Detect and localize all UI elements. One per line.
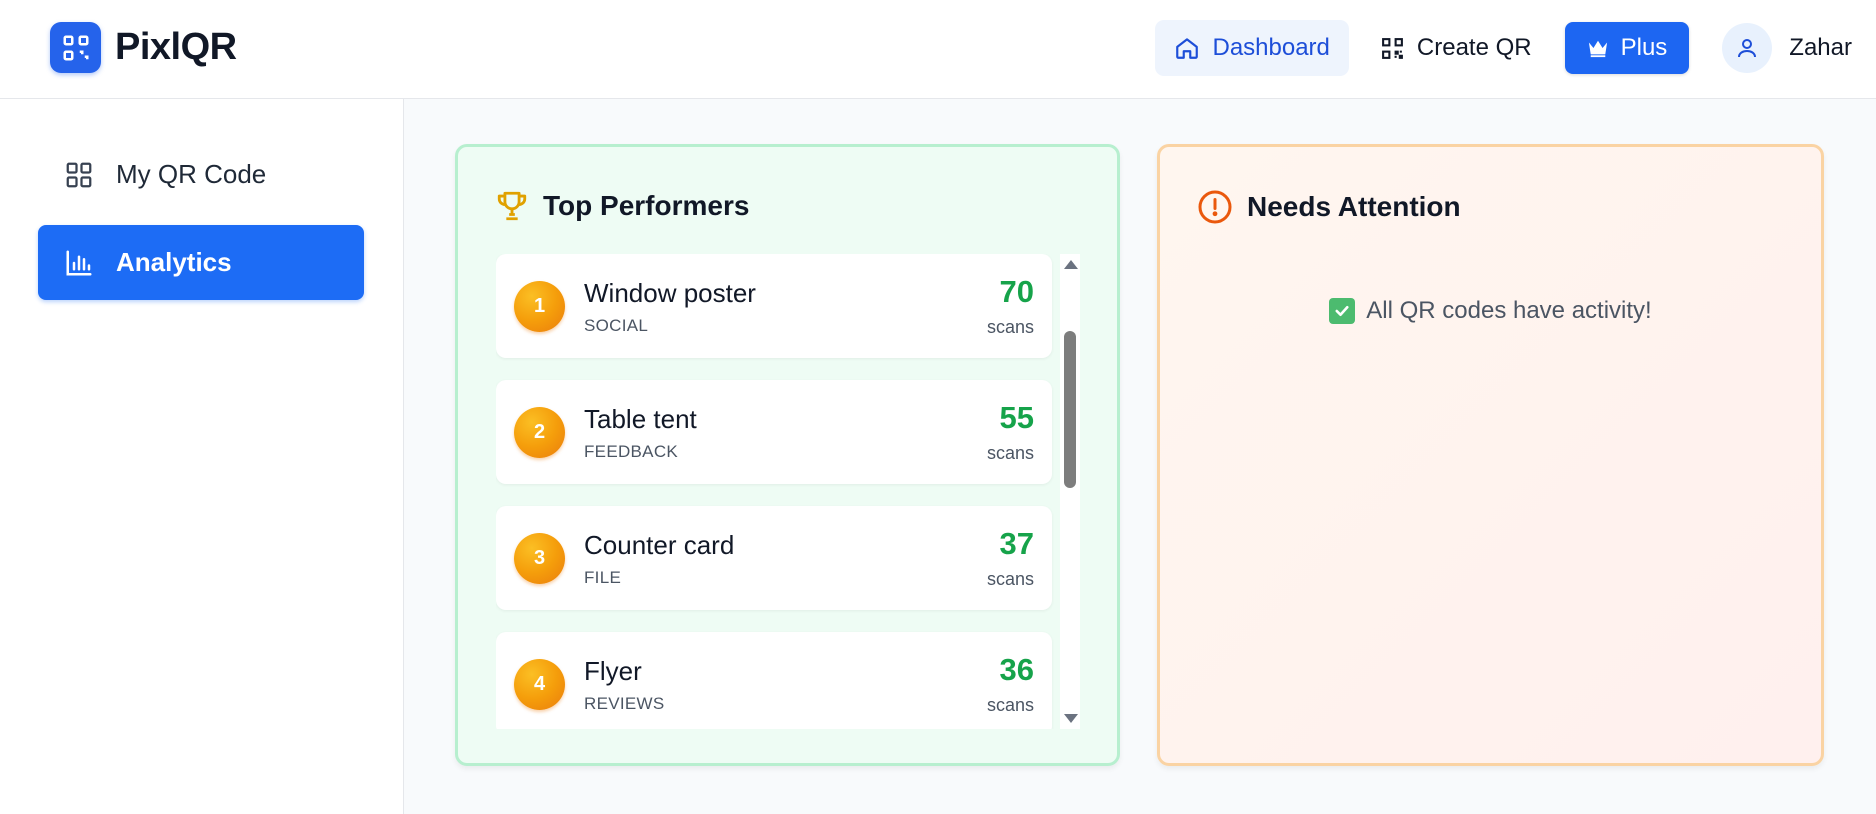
qr-name: Flyer — [584, 656, 642, 686]
sidebar-item-analytics[interactable]: Analytics — [38, 225, 364, 300]
qr-category: REVIEWS — [584, 694, 665, 713]
list-item[interactable]: 4 Flyer REVIEWS 36 scans — [496, 632, 1052, 729]
rank-badge: 2 — [514, 407, 565, 458]
sidebar-item-label: Analytics — [116, 247, 232, 277]
top-performers-card: Top Performers 1 Window poster SOCIAL 70… — [455, 144, 1120, 766]
alert-circle-icon — [1197, 189, 1233, 225]
scan-count: 55 — [999, 400, 1034, 435]
scroll-up-arrow-icon[interactable] — [1064, 260, 1078, 269]
scan-count: 37 — [999, 526, 1034, 561]
scan-unit: scans — [986, 317, 1034, 337]
plus-upgrade-button[interactable]: Plus — [1564, 22, 1690, 74]
scan-unit: scans — [986, 569, 1034, 589]
nav-dashboard-label: Dashboard — [1212, 34, 1330, 61]
scroll-thumb[interactable] — [1064, 331, 1076, 488]
avatar[interactable] — [1722, 23, 1773, 73]
qr-name: Table tent — [584, 404, 697, 434]
scan-unit: scans — [986, 443, 1034, 463]
attention-message-text: All QR codes have activity! — [1366, 297, 1652, 324]
sidebar-item-my-qr-code[interactable]: My QR Code — [38, 137, 364, 212]
trophy-icon — [495, 189, 529, 223]
scan-count: 36 — [999, 652, 1034, 687]
top-performers-heading: Top Performers — [543, 190, 750, 221]
needs-attention-heading: Needs Attention — [1247, 191, 1461, 222]
needs-attention-title: Needs Attention — [1197, 189, 1461, 225]
brand-name: PixlQR — [115, 26, 237, 68]
top-performers-list[interactable]: 1 Window poster SOCIAL 70 scans 2 Table … — [496, 254, 1054, 729]
scroll-down-arrow-icon[interactable] — [1064, 714, 1078, 723]
nav-create-qr-button[interactable]: Create QR — [1361, 20, 1551, 76]
sidebar: My QR Code Analytics — [0, 99, 404, 814]
check-mark-icon — [1329, 298, 1356, 324]
rank-badge: 3 — [514, 533, 565, 584]
list-item[interactable]: 1 Window poster SOCIAL 70 scans — [496, 254, 1052, 358]
user-icon — [1735, 36, 1759, 60]
qr-category: FILE — [584, 568, 622, 587]
top-performers-title: Top Performers — [495, 189, 749, 223]
scan-count: 70 — [999, 274, 1034, 309]
rank-badge: 4 — [514, 659, 565, 710]
qr-name: Counter card — [584, 530, 735, 560]
plus-label: Plus — [1620, 34, 1668, 61]
nav-dashboard-button[interactable]: Dashboard — [1155, 20, 1349, 76]
rank-badge: 1 — [514, 281, 565, 332]
needs-attention-card: Needs Attention All QR codes have activi… — [1157, 144, 1824, 766]
qr-name: Window poster — [584, 278, 756, 308]
qr-code-icon — [1380, 36, 1405, 61]
list-item[interactable]: 3 Counter card FILE 37 scans — [496, 506, 1052, 610]
user-name[interactable]: Zahar — [1789, 34, 1852, 62]
scan-unit: scans — [986, 695, 1034, 715]
list-item[interactable]: 2 Table tent FEEDBACK 55 scans — [496, 380, 1052, 484]
top-header: PixlQR Dashboard Create QR Plus Zahar — [0, 0, 1876, 99]
home-icon — [1174, 35, 1200, 61]
bar-chart-icon — [64, 248, 94, 278]
qr-logo-icon — [50, 22, 101, 73]
crown-icon — [1587, 38, 1609, 58]
qr-category: SOCIAL — [584, 316, 649, 335]
qr-category: FEEDBACK — [584, 442, 679, 461]
sidebar-item-label: My QR Code — [116, 159, 267, 189]
nav-create-qr-label: Create QR — [1416, 34, 1532, 61]
list-scrollbar[interactable] — [1060, 254, 1080, 729]
top-nav: Dashboard Create QR Plus Zahar — [1155, 20, 1876, 76]
attention-empty-message: All QR codes have activity! — [1160, 297, 1821, 325]
grid-icon — [64, 160, 94, 190]
brand[interactable]: PixlQR — [50, 22, 237, 73]
